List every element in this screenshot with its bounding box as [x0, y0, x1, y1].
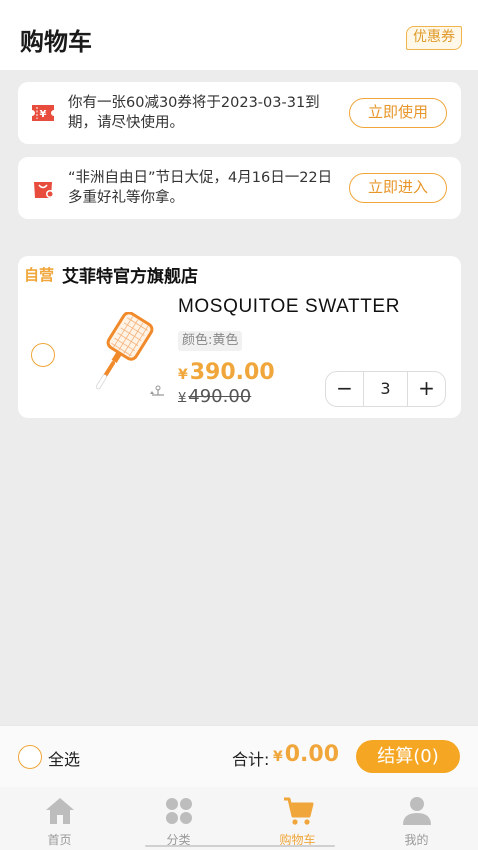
tab-label: 首页: [47, 833, 72, 847]
product-original-price: ¥490.00: [178, 386, 251, 407]
price-value: 390.00: [189, 360, 275, 385]
total-amount: ¥0.00: [273, 742, 339, 767]
tab-category[interactable]: 分类: [119, 787, 238, 850]
svg-text:¥: ¥: [40, 109, 47, 120]
quantity-stepper: − 3 +: [325, 371, 446, 407]
promo-notice-text: “非洲自由日”节日大促，4月16日一22日 多重好礼等你拿。: [68, 170, 333, 206]
coupon-button[interactable]: 优惠券: [406, 26, 462, 50]
promo-notice-card: “非洲自由日”节日大促，4月16日一22日 多重好礼等你拿。 立即进入: [18, 157, 461, 219]
cart-icon: [284, 797, 314, 825]
enter-now-button[interactable]: 立即进入: [349, 173, 447, 203]
tab-home[interactable]: 首页: [0, 787, 119, 850]
select-all-label[interactable]: 全选: [48, 746, 80, 770]
use-now-button[interactable]: 立即使用: [349, 98, 447, 128]
item-select-checkbox[interactable]: [31, 343, 55, 367]
coupon-ticket-icon: ¥: [32, 105, 54, 121]
product-name[interactable]: MOSQUITOE SWATTER: [178, 296, 400, 318]
currency-symbol: ¥: [178, 367, 188, 383]
bottom-tab-bar: 首页 分类 购物车 我的: [0, 787, 478, 850]
home-indicator: [145, 845, 335, 847]
decrease-quantity-button[interactable]: −: [326, 372, 364, 406]
shop-name[interactable]: 艾菲特官方旗舰店: [62, 262, 198, 287]
product-spec[interactable]: 颜色:黄色: [178, 331, 243, 351]
tab-label: 我的: [404, 833, 429, 847]
page-header: 购物车 优惠券: [0, 0, 478, 70]
select-all-checkbox[interactable]: [18, 745, 42, 769]
checkout-button[interactable]: 结算(0): [356, 740, 460, 773]
tab-profile[interactable]: 我的: [357, 787, 476, 850]
total-label: 合计:: [232, 750, 270, 769]
coupon-notice-card: ¥ 你有一张60减30券将于2023-03-31到期，请尽快使用。 立即使用: [18, 82, 461, 144]
original-price-value: 490.00: [188, 386, 252, 407]
coupon-notice-text: 你有一张60减30券将于2023-03-31到期，请尽快使用。: [68, 95, 320, 131]
total-value: 0.00: [284, 742, 340, 767]
shop-cart-card: 自营 艾菲特官方旗舰店 MOSQUITOE SWATTER 颜色:黄色 ¥390…: [18, 256, 461, 418]
category-icon: [166, 798, 192, 824]
weight-scale-icon: [150, 385, 164, 396]
product-image[interactable]: [88, 312, 158, 400]
self-operated-tag: 自营: [24, 266, 55, 284]
increase-quantity-button[interactable]: +: [407, 372, 445, 406]
user-icon: [403, 797, 431, 825]
checkout-bar: 全选 合计: ¥0.00 结算(0): [0, 725, 478, 787]
shopping-bag-icon: [34, 182, 54, 198]
quantity-value[interactable]: 3: [364, 372, 407, 406]
tab-cart[interactable]: 购物车: [238, 787, 357, 850]
page-title: 购物车: [20, 28, 92, 56]
home-icon: [46, 798, 74, 824]
currency-symbol: ¥: [273, 749, 283, 765]
currency-symbol: ¥: [178, 391, 187, 406]
product-price: ¥390.00: [178, 360, 275, 385]
